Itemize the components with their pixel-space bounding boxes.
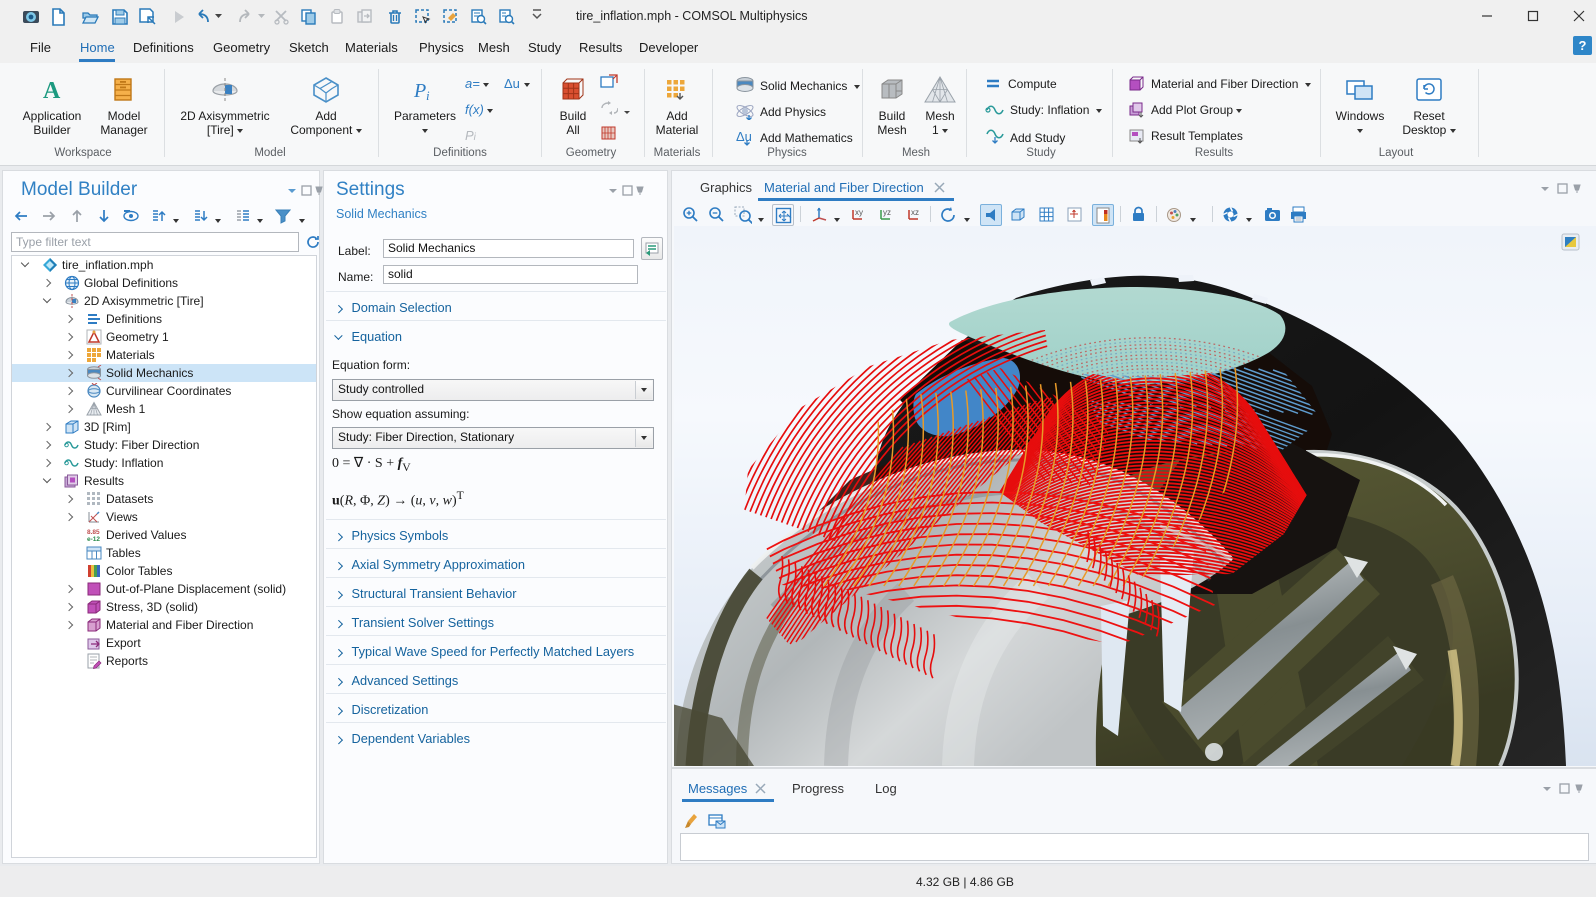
- svg-text:Δu: Δu: [736, 129, 752, 144]
- svg-text:8.85: 8.85: [87, 529, 100, 536]
- svg-text:xz: xz: [911, 208, 919, 217]
- svg-text:i: i: [426, 88, 430, 103]
- svg-text:yz: yz: [883, 208, 891, 217]
- svg-text:e-12: e-12: [87, 536, 100, 543]
- svg-text:A: A: [43, 78, 61, 103]
- svg-text:P: P: [413, 80, 426, 102]
- svg-text:xy: xy: [855, 208, 863, 217]
